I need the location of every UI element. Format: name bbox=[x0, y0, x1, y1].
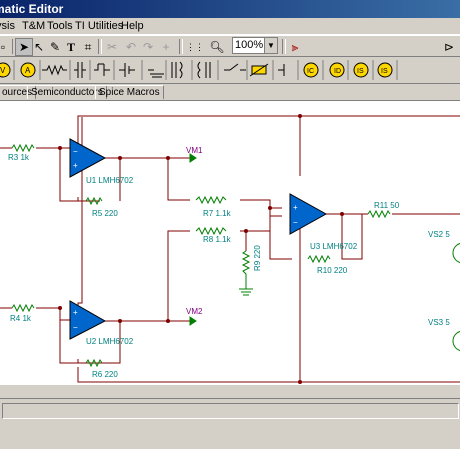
potentiometer-icon[interactable] bbox=[249, 63, 269, 77]
resistor-r3 bbox=[11, 143, 35, 153]
status-pane bbox=[2, 403, 459, 419]
svg-text:+: + bbox=[73, 161, 78, 170]
menu-ti-utilities[interactable]: TI Utilities bbox=[75, 19, 123, 33]
redo-icon[interactable]: ↷ bbox=[139, 38, 157, 56]
wires bbox=[0, 115, 460, 383]
chevron-down-icon[interactable]: ▼ bbox=[264, 38, 277, 53]
svg-text:+: + bbox=[73, 308, 78, 317]
label-r9: R9 220 bbox=[253, 245, 262, 271]
svg-text:IS: IS bbox=[381, 68, 388, 75]
svg-text:−: − bbox=[293, 218, 298, 227]
tab-spice-macros[interactable]: Spice Macros bbox=[95, 85, 164, 99]
resistor-r8 bbox=[195, 226, 227, 236]
toolbar-separator bbox=[179, 39, 183, 54]
wire-end-icon[interactable] bbox=[278, 64, 285, 76]
svg-text:−: − bbox=[73, 323, 78, 332]
plus-icon[interactable]: + bbox=[157, 38, 175, 56]
schematic-canvas[interactable]: − + + − + − R3 1k U1 LMH6702 R5 220 VM1 … bbox=[0, 100, 460, 384]
label-vm2: VM2 bbox=[186, 307, 203, 316]
label-r7: R7 1.1k bbox=[203, 209, 232, 218]
label-r11: R11 50 bbox=[374, 201, 400, 210]
label-r5: R5 220 bbox=[92, 209, 118, 218]
voltage-source-icon[interactable]: IS bbox=[353, 62, 369, 78]
dc-current-icon[interactable]: ID bbox=[329, 62, 345, 78]
zoom-value: 100% bbox=[235, 39, 264, 51]
label-u1: U1 LMH6702 bbox=[86, 176, 134, 185]
voltage-sources bbox=[452, 242, 460, 352]
label-vs2: VS2 5 bbox=[428, 230, 450, 239]
component-tabs: ources Semiconductors Spice Macros bbox=[0, 84, 460, 99]
menu-analysis[interactable]: ysis bbox=[0, 19, 15, 33]
opamp-u3: +− bbox=[289, 193, 328, 235]
svg-text:V: V bbox=[0, 66, 6, 75]
title-bar: matic Editor bbox=[0, 0, 460, 18]
schematic: −+ +− +− R3 1k U1 LMH6702 R5 220 VM1 R7 … bbox=[0, 114, 460, 384]
probe-icon[interactable]: ⫸ bbox=[286, 38, 304, 56]
opamp-u2: +− bbox=[69, 300, 107, 340]
opamp-u1: −+ bbox=[69, 138, 107, 178]
resistor-r7 bbox=[195, 195, 227, 205]
undo-icon[interactable]: ↶ bbox=[122, 38, 140, 56]
transformer-icon[interactable] bbox=[171, 61, 183, 79]
text-tool-icon[interactable]: T bbox=[62, 38, 80, 56]
horizontal-scrollbar[interactable] bbox=[0, 384, 460, 399]
component-icons: V A IC ID IS IS bbox=[0, 60, 398, 80]
current-source-icon[interactable]: IC bbox=[303, 62, 319, 78]
ground-symbol bbox=[239, 282, 253, 296]
coupled-inductor-icon[interactable] bbox=[197, 61, 211, 79]
text-edit-icon[interactable]: ⌗ bbox=[79, 38, 97, 56]
label-r6: R6 220 bbox=[92, 370, 118, 379]
menu-tm[interactable]: T&M bbox=[22, 19, 45, 33]
toolbar-separator bbox=[98, 39, 102, 54]
voltmeter-icon[interactable]: V bbox=[0, 62, 11, 78]
resistor-r10 bbox=[307, 254, 331, 264]
menu-bar: ysis T&M Tools TI Utilities Help bbox=[0, 18, 460, 35]
svg-text:ID: ID bbox=[334, 68, 341, 75]
source-icon[interactable]: IS bbox=[377, 62, 393, 78]
status-bar bbox=[0, 398, 460, 449]
label-r8: R8 1.1k bbox=[203, 235, 232, 244]
ground-icon[interactable] bbox=[148, 69, 164, 78]
battery-icon[interactable] bbox=[119, 63, 135, 77]
label-r4: R4 1k bbox=[10, 314, 32, 323]
label-u3: U3 LMH6702 bbox=[310, 242, 358, 251]
zoom-icon[interactable]: 🔍︎ bbox=[208, 38, 226, 56]
grid-icon[interactable]: ⋮⋮ bbox=[185, 38, 204, 56]
label-r10: R10 220 bbox=[317, 266, 348, 275]
component-toolbar: V A IC ID IS IS bbox=[0, 57, 460, 84]
zoom-select[interactable]: 100% ▼ bbox=[232, 37, 278, 54]
inductor-icon[interactable] bbox=[94, 63, 110, 76]
menu-help[interactable]: Help bbox=[121, 19, 144, 33]
capacitor-icon[interactable] bbox=[74, 62, 86, 78]
ammeter-icon[interactable]: A bbox=[20, 62, 36, 78]
toolbar-partial-icon[interactable]: ▫ bbox=[0, 38, 12, 56]
svg-text:+: + bbox=[293, 203, 298, 212]
svg-text:−: − bbox=[73, 147, 78, 156]
label-vm1: VM1 bbox=[186, 146, 203, 155]
dc-analysis-icon[interactable]: ⊳ bbox=[440, 38, 458, 56]
cut-icon[interactable]: ✂ bbox=[103, 38, 121, 56]
meter-markers bbox=[189, 153, 197, 326]
resistor-icon[interactable] bbox=[42, 64, 67, 76]
resistors bbox=[11, 143, 391, 368]
resistor-r11 bbox=[367, 209, 391, 219]
svg-text:A: A bbox=[25, 66, 31, 75]
label-u2: U2 LMH6702 bbox=[86, 337, 134, 346]
menu-tools[interactable]: Tools bbox=[47, 19, 73, 33]
main-toolbar: ▫ ➤ ↖ ✎ T ⌗ ✂ ↶ ↷ + ⋮⋮ 🔍︎ ⫸ ⊳ bbox=[0, 35, 460, 57]
switch-icon[interactable] bbox=[224, 63, 246, 71]
resistor-r9 bbox=[241, 250, 251, 282]
svg-text:IC: IC bbox=[307, 68, 314, 75]
svg-text:IS: IS bbox=[357, 68, 364, 75]
window-title: matic Editor bbox=[0, 2, 64, 16]
label-r3: R3 1k bbox=[8, 153, 30, 162]
resistor-r4 bbox=[11, 303, 35, 313]
label-vs3: VS3 5 bbox=[428, 318, 450, 327]
